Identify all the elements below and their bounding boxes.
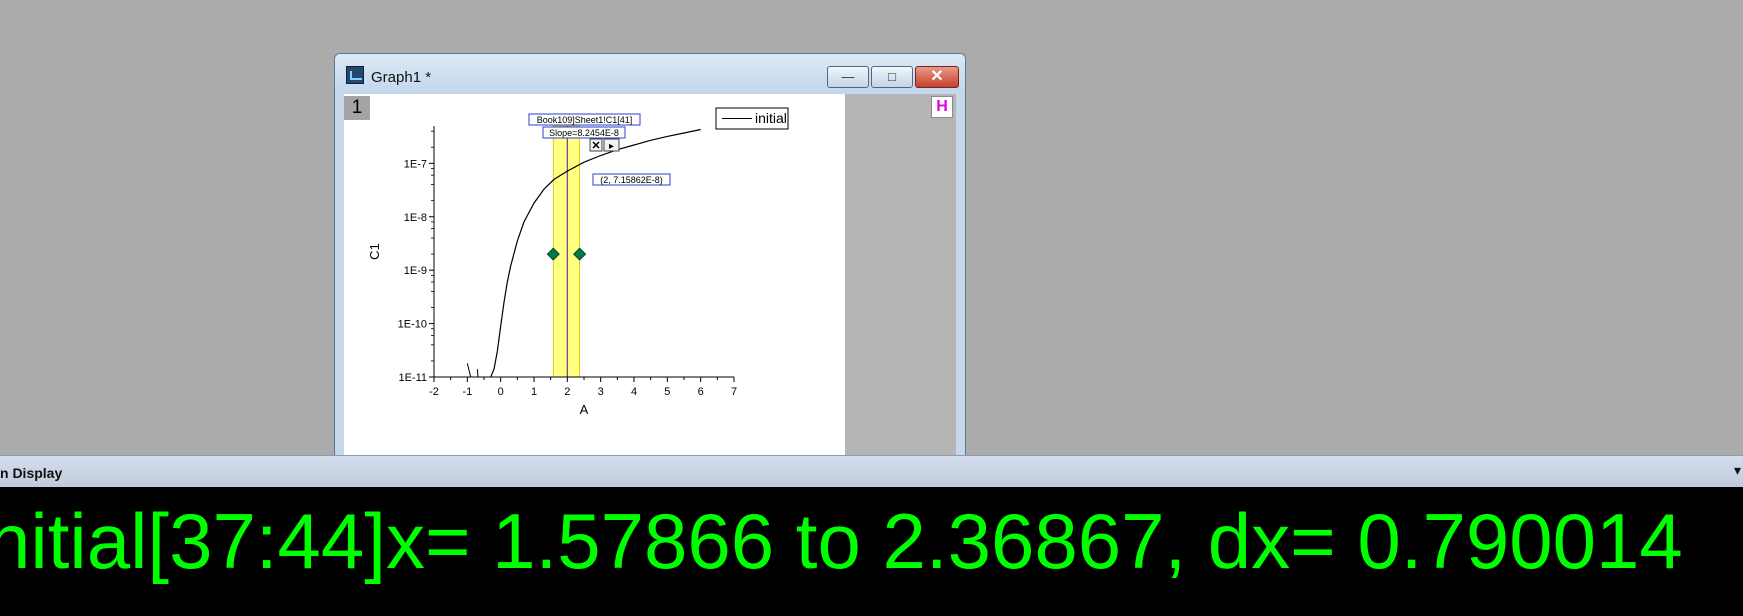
chevron-down-icon[interactable]: ▾	[1734, 462, 1741, 479]
y-tick-label: 1E-10	[398, 319, 427, 331]
series-noise-segment	[476, 369, 479, 378]
point-label: (2, 7.15862E-8)	[600, 175, 663, 185]
series-line-initial[interactable]	[490, 128, 701, 378]
x-tick-label: -2	[429, 386, 439, 398]
graph-window-icon[interactable]	[346, 66, 364, 84]
data-display-header[interactable]: n Display ▾	[0, 455, 1743, 487]
graph-client-area: -2 -1 0 1 2 3 4 5 6 7 1E-7 1E-8 1E-9 1E-10 1E-11 A C1 in…	[344, 94, 956, 455]
window-titlebar[interactable]: Graph1 * — □ ✕	[335, 54, 965, 94]
h-button[interactable]: H	[931, 96, 953, 118]
x-axis-label: A	[580, 402, 589, 417]
x-tick-label: 3	[598, 386, 604, 398]
graph-window[interactable]: Graph1 * — □ ✕ -2 -1 0 1 2 3 4 5 6 7 1E-7 1E-8 1E-9 1…	[334, 53, 966, 455]
data-display-panel: nitial[37:44]x= 1.57866 to 2.36867, dx= …	[0, 487, 1743, 616]
slope-label: Slope=8.2454E-8	[549, 128, 619, 138]
x-tick-label: 1	[531, 386, 537, 398]
graph-page[interactable]: -2 -1 0 1 2 3 4 5 6 7 1E-7 1E-8 1E-9 1E-10 1E-11 A C1 in…	[344, 94, 845, 455]
data-display-title: n Display	[0, 465, 63, 481]
source-label: Book109]Sheet1!C1[41]	[537, 115, 633, 125]
x-tick-label: 7	[731, 386, 737, 398]
data-display-readout: nitial[37:44]x= 1.57866 to 2.36867, dx= …	[0, 497, 1683, 585]
y-tick-label: 1E-9	[404, 265, 427, 277]
window-title: Graph1 *	[371, 69, 432, 86]
maximize-button[interactable]: □	[871, 66, 913, 88]
y-tick-label: 1E-11	[398, 372, 427, 384]
x-tick-label: 4	[631, 386, 637, 398]
x-tick-label: 2	[564, 386, 570, 398]
x-tick-label: 0	[498, 386, 504, 398]
close-icon: ✕	[591, 140, 600, 152]
series-noise-segment	[466, 363, 472, 378]
play-arrow-icon: ▸	[609, 141, 614, 152]
layer-number-tab[interactable]: 1	[344, 96, 370, 120]
close-button[interactable]: ✕	[915, 66, 959, 88]
legend-label: initial	[755, 110, 787, 126]
y-tick-label: 1E-8	[404, 212, 427, 224]
minimize-button[interactable]: —	[827, 66, 869, 88]
x-tick-label: 5	[664, 386, 670, 398]
plot-svg[interactable]: -2 -1 0 1 2 3 4 5 6 7 1E-7 1E-8 1E-9 1E-10 1E-11 A C1 in…	[344, 94, 845, 455]
x-tick-label: 6	[698, 386, 704, 398]
x-tick-label: -1	[462, 386, 472, 398]
y-tick-label: 1E-7	[404, 158, 427, 170]
y-axis-label: C1	[367, 243, 382, 260]
